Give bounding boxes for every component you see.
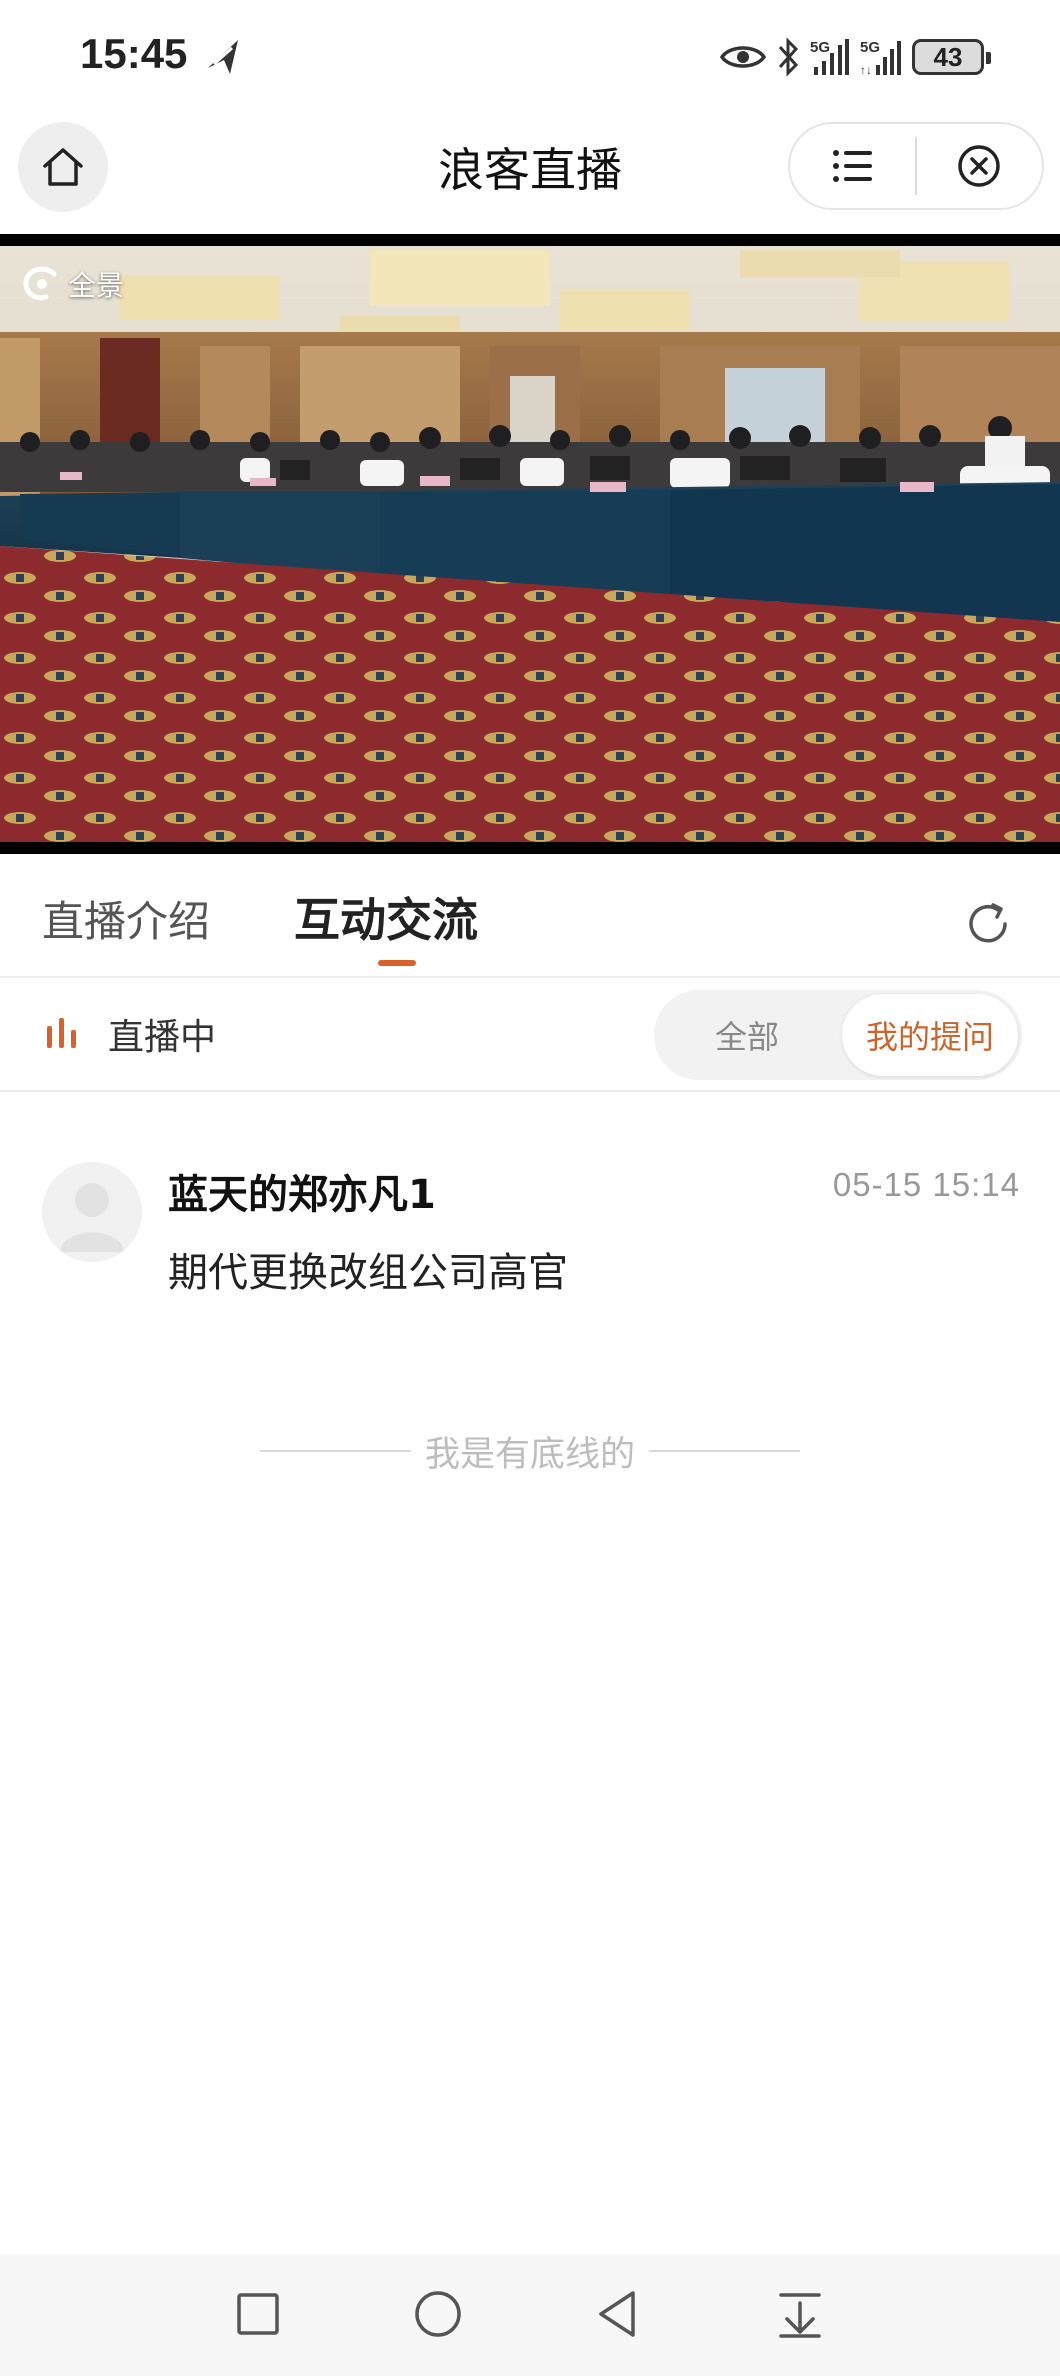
panorama-icon	[23, 266, 57, 301]
system-nav-bar	[0, 2254, 1060, 2376]
status-time: 15:45	[80, 30, 188, 77]
message-username: 蓝天的郑亦凡1	[168, 1172, 436, 1218]
live-bars-icon	[47, 1018, 76, 1048]
home-nav-button[interactable]	[408, 2284, 468, 2344]
live-status-text: 直播中	[108, 1017, 217, 1058]
signal-icon: 5G	[810, 39, 849, 75]
notification-pull-icon	[779, 2293, 821, 2338]
tab-interaction[interactable]: 互动交流	[294, 884, 478, 950]
home-circle-icon	[415, 2291, 461, 2337]
recent-apps-icon	[237, 2293, 279, 2335]
svg-text:5G: 5G	[810, 39, 830, 56]
list-menu-icon	[832, 150, 872, 182]
video-frame	[0, 246, 1060, 842]
back-nav-button[interactable]	[588, 2284, 648, 2344]
close-button[interactable]	[917, 124, 1042, 208]
close-circle-icon	[958, 145, 1001, 187]
message-text: 期代更换改组公司高官	[168, 1250, 568, 1296]
notification-pull-button[interactable]	[770, 2284, 830, 2344]
svg-text:5G: 5G	[860, 39, 880, 56]
divider-line	[649, 1450, 801, 1452]
filter-my-questions-button[interactable]: 我的提问	[842, 994, 1018, 1076]
tab-live-intro[interactable]: 直播介绍	[42, 888, 210, 949]
active-tab-indicator	[378, 960, 416, 966]
tab-bar: 直播介绍 互动交流	[0, 854, 1060, 978]
status-bar: 15:45 5G 5G ↑↓ 43	[0, 0, 1060, 116]
bluetooth-icon	[778, 37, 799, 77]
avatar[interactable]	[42, 1162, 142, 1262]
status-icons: 5G 5G ↑↓ 43	[720, 32, 991, 82]
end-of-list-divider: 我是有底线的	[260, 1426, 801, 1476]
eye-icon	[720, 46, 766, 68]
video-player[interactable]: 全景	[0, 234, 1060, 854]
list-item: 蓝天的郑亦凡1 05-15 15:14 期代更换改组公司高官	[0, 1092, 1060, 1296]
home-icon	[43, 148, 83, 186]
capsule-menu	[788, 122, 1044, 210]
live-status-bar: 直播中 全部 我的提问	[0, 978, 1060, 1092]
divider-line	[260, 1450, 411, 1452]
home-button[interactable]	[18, 122, 108, 212]
menu-button[interactable]	[790, 124, 915, 208]
end-of-list-text: 我是有底线的	[425, 1434, 636, 1475]
user-placeholder-icon	[42, 1162, 142, 1262]
navigation-arrow-icon	[208, 40, 238, 74]
message-timestamp: 05-15 15:14	[832, 1166, 1020, 1203]
panorama-label: 全景	[68, 269, 125, 302]
signal-icon: 5G ↑↓	[860, 39, 901, 77]
panorama-badge: 全景	[22, 264, 124, 304]
back-icon	[599, 2291, 635, 2337]
question-filter: 全部 我的提问	[654, 990, 1022, 1080]
refresh-icon	[969, 903, 1007, 943]
refresh-button[interactable]	[958, 894, 1018, 954]
title-bar: 浪客直播	[0, 116, 1060, 234]
filter-all-button[interactable]: 全部	[654, 990, 840, 1080]
recent-apps-button[interactable]	[228, 2284, 288, 2344]
svg-text:↑↓: ↑↓	[860, 63, 872, 77]
battery-icon: 43	[912, 39, 991, 75]
